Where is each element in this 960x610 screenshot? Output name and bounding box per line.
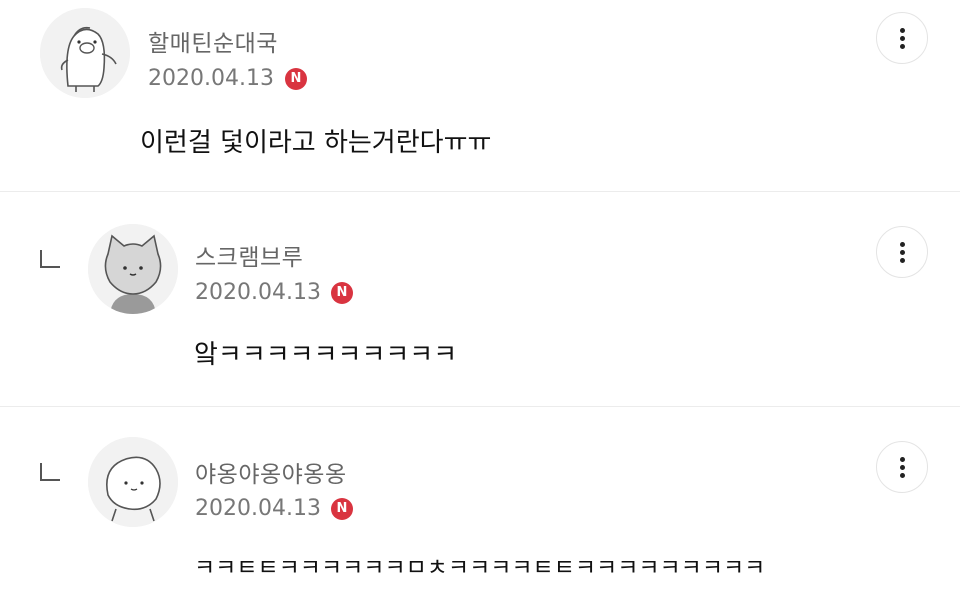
- more-options-button[interactable]: [876, 441, 928, 493]
- avatar[interactable]: [88, 437, 178, 527]
- blob-character-icon: [88, 437, 178, 527]
- reply-item: 야옹야옹야옹옹 2020.04.13 N ㅋㅋㅌㅌㅋㅋㅋㅋㅋㅋㅁㅊㅋㅋㅋㅋㅌㅌㅋ…: [0, 407, 960, 610]
- reply-arrow-icon: [40, 250, 60, 268]
- reply-item: 스크램브루 2020.04.13 N 앜ㅋㅋㅋㅋㅋㅋㅋㅋㅋㅋ: [0, 192, 960, 406]
- comment-text: 앜ㅋㅋㅋㅋㅋㅋㅋㅋㅋㅋ: [194, 340, 458, 370]
- comment-author[interactable]: 스크램브루: [195, 238, 303, 272]
- reply-arrow-icon: [40, 463, 60, 481]
- new-badge: N: [331, 282, 353, 304]
- comment-date: 2020.04.13: [195, 280, 321, 305]
- more-options-button[interactable]: [876, 12, 928, 64]
- comment-date: 2020.04.13: [195, 496, 321, 521]
- comment-text: 이런걸 덫이라고 하는거란다ㅠㅠ: [140, 128, 492, 158]
- more-options-button[interactable]: [876, 226, 928, 278]
- comment-author[interactable]: 야옹야옹야옹옹: [195, 455, 347, 489]
- comment-item: 할매틴순대국 2020.04.13 N 이런걸 덫이라고 하는거란다ㅠㅠ: [0, 0, 960, 190]
- cat-character-icon: [88, 224, 178, 314]
- comment-author[interactable]: 할매틴순대국: [148, 24, 278, 58]
- new-badge: N: [285, 68, 307, 90]
- avatar[interactable]: [40, 8, 130, 98]
- comment-text: ㅋㅋㅌㅌㅋㅋㅋㅋㅋㅋㅁㅊㅋㅋㅋㅋㅌㅌㅋㅋㅋㅋㅋㅋㅋㅋㅋ: [194, 555, 766, 581]
- comment-date: 2020.04.13: [148, 66, 274, 91]
- avatar[interactable]: [88, 224, 178, 314]
- penguin-character-icon: [40, 8, 130, 98]
- new-badge: N: [331, 498, 353, 520]
